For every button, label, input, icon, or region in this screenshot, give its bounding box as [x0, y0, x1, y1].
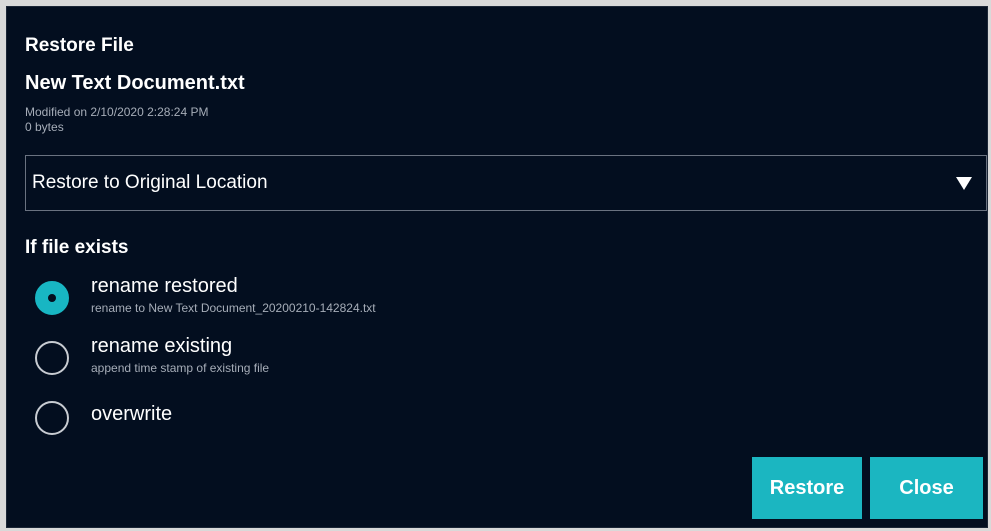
- dropdown-arrow-icon: [956, 177, 972, 190]
- dialog-title: Restore File: [25, 35, 134, 56]
- radio-overwrite[interactable]: [35, 401, 69, 435]
- restore-location-value: Restore to Original Location: [32, 172, 268, 193]
- modified-date: Modified on 2/10/2020 2:28:24 PM: [25, 105, 209, 119]
- if-file-exists-label: If file exists: [25, 237, 129, 258]
- radio-selected-dot-icon: [48, 294, 56, 302]
- file-name: New Text Document.txt: [25, 72, 245, 94]
- radio-rename-restored[interactable]: [35, 281, 69, 315]
- restore-button[interactable]: Restore: [752, 457, 862, 519]
- option-label: rename existing: [91, 335, 233, 357]
- option-description: rename to New Text Document_20200210-142…: [91, 301, 376, 315]
- option-description: append time stamp of existing file: [91, 361, 270, 375]
- file-size: 0 bytes: [25, 120, 64, 134]
- close-button[interactable]: Close: [870, 457, 983, 519]
- option-label: rename restored: [91, 275, 238, 297]
- option-label: overwrite: [91, 403, 173, 425]
- radio-rename-existing[interactable]: [35, 341, 69, 375]
- restore-location-dropdown[interactable]: Restore to Original Location: [25, 155, 987, 211]
- restore-file-dialog: Restore File New Text Document.txt Modif…: [6, 6, 988, 528]
